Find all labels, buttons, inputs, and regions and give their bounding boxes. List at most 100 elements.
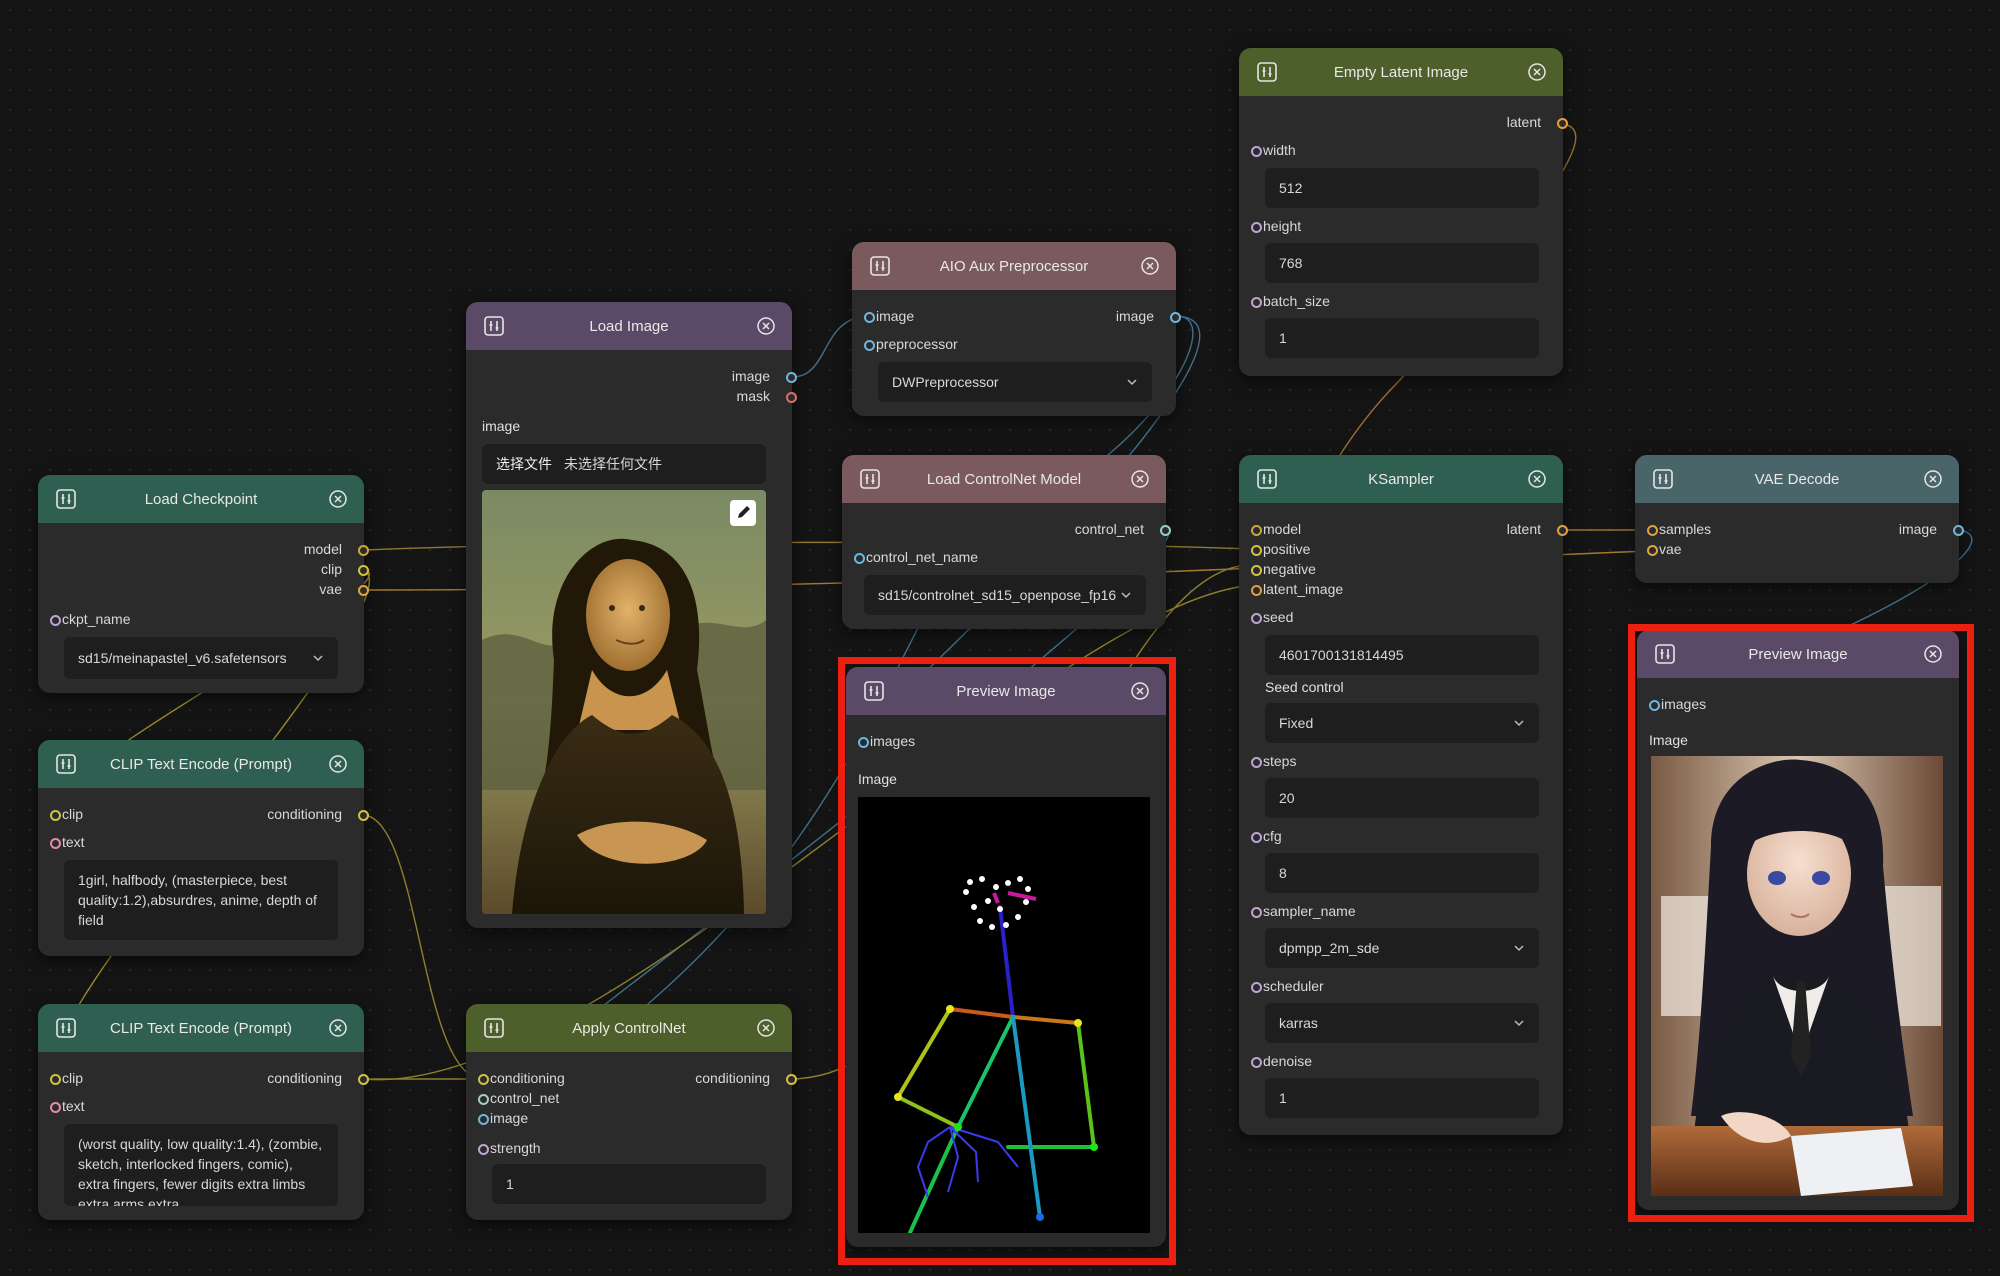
ckpt-name-select[interactable]: sd15/meinapastel_v6.safetensors (64, 637, 338, 679)
scheduler-select[interactable]: karras (1265, 1003, 1539, 1043)
socket-latent-image[interactable] (1251, 585, 1262, 596)
close-icon[interactable] (328, 1018, 348, 1038)
node-header[interactable]: Apply ControlNet (466, 1004, 792, 1052)
socket-image[interactable] (864, 312, 875, 323)
close-icon[interactable] (756, 316, 776, 336)
socket-samples[interactable] (1647, 525, 1658, 536)
output-conditioning[interactable]: conditioning (695, 1070, 770, 1086)
socket-control-net[interactable] (478, 1094, 489, 1105)
aio-aux-preprocessor-node[interactable]: AIO Aux Preprocessor image image preproc… (852, 242, 1181, 416)
choose-file-button[interactable]: 选择文件 (496, 454, 552, 474)
node-header[interactable]: CLIP Text Encode (Prompt) (38, 1004, 364, 1052)
node-settings-icon[interactable] (484, 316, 504, 336)
output-latent[interactable]: latent (1507, 114, 1541, 130)
node-header[interactable]: Load Checkpoint (38, 475, 364, 523)
prompt-textarea[interactable]: 1girl, halfbody, (masterpiece, best qual… (64, 860, 338, 940)
output-vae[interactable]: vae (319, 581, 342, 597)
close-icon[interactable] (1527, 469, 1547, 489)
socket-clip[interactable] (358, 565, 369, 576)
clip-text-encode-positive-node[interactable]: CLIP Text Encode (Prompt) clip condition… (38, 740, 369, 956)
seed-control-select[interactable]: Fixed (1265, 703, 1539, 743)
socket-model[interactable] (358, 545, 369, 556)
load-checkpoint-node[interactable]: Load Checkpoint model clip vae ckpt_name… (38, 475, 369, 693)
seed-input[interactable]: 4601700131814495 (1265, 635, 1539, 675)
node-settings-icon[interactable] (484, 1018, 504, 1038)
socket-image[interactable] (478, 1114, 489, 1125)
mona-lisa-image[interactable] (482, 490, 766, 914)
close-icon[interactable] (756, 1018, 776, 1038)
batch-size-input[interactable]: 1 (1265, 318, 1539, 358)
socket-latent[interactable] (1557, 118, 1568, 129)
socket-mask[interactable] (786, 392, 797, 403)
preprocessor-select[interactable]: DWPreprocessor (878, 362, 1152, 402)
socket-image-out[interactable] (1170, 312, 1181, 323)
node-header[interactable]: Load ControlNet Model (842, 455, 1166, 503)
close-icon[interactable] (328, 489, 348, 509)
node-settings-icon[interactable] (1257, 62, 1277, 82)
empty-latent-image-node[interactable]: Empty Latent Image latent width 512 heig… (1239, 48, 1568, 376)
socket-image-out[interactable] (1953, 525, 1964, 536)
socket-negative[interactable] (1251, 565, 1262, 576)
output-model[interactable]: model (304, 541, 342, 557)
output-control-net[interactable]: control_net (1075, 521, 1144, 537)
output-clip[interactable]: clip (321, 561, 342, 577)
output-image[interactable]: image (732, 368, 770, 384)
socket-conditioning-out[interactable] (786, 1074, 797, 1085)
node-settings-icon[interactable] (56, 754, 76, 774)
socket-model[interactable] (1251, 525, 1262, 536)
prompt-textarea[interactable]: (worst quality, low quality:1.4), (zombi… (64, 1124, 338, 1206)
node-header[interactable]: VAE Decode (1635, 455, 1959, 503)
height-input[interactable]: 768 (1265, 243, 1539, 283)
socket-vae[interactable] (1647, 545, 1658, 556)
output-mask[interactable]: mask (737, 388, 770, 404)
node-settings-icon[interactable] (56, 489, 76, 509)
node-settings-icon[interactable] (860, 469, 880, 489)
close-icon[interactable] (1140, 256, 1160, 276)
load-image-node[interactable]: Load Image image mask image 选择文件 未选择任何文件 (466, 302, 797, 928)
steps-input[interactable]: 20 (1265, 778, 1539, 818)
close-icon[interactable] (1527, 62, 1547, 82)
node-header[interactable]: CLIP Text Encode (Prompt) (38, 740, 364, 788)
denoise-input[interactable]: 1 (1265, 1078, 1539, 1118)
socket-latent-out[interactable] (1557, 525, 1568, 536)
socket-image[interactable] (786, 372, 797, 383)
file-chooser[interactable]: 选择文件 未选择任何文件 (482, 444, 766, 484)
close-icon[interactable] (1923, 469, 1943, 489)
cfg-input[interactable]: 8 (1265, 853, 1539, 893)
node-settings-icon[interactable] (870, 256, 890, 276)
sampler-name-select[interactable]: dpmpp_2m_sde (1265, 928, 1539, 968)
width-input[interactable]: 512 (1265, 168, 1539, 208)
strength-input[interactable]: 1 (492, 1164, 766, 1204)
output-image[interactable]: image (1899, 521, 1937, 537)
socket-vae[interactable] (358, 585, 369, 596)
output-conditioning[interactable]: conditioning (267, 1070, 342, 1086)
node-header[interactable]: Load Image (466, 302, 792, 350)
node-header[interactable]: AIO Aux Preprocessor (852, 242, 1176, 290)
close-icon[interactable] (328, 754, 348, 774)
close-icon[interactable] (1130, 469, 1150, 489)
vae-decode-node[interactable]: VAE Decode samples image vae (1635, 455, 1964, 583)
apply-controlnet-node[interactable]: Apply ControlNet conditioning conditioni… (466, 1004, 797, 1220)
control-net-name-select[interactable]: sd15/controlnet_sd15_openpose_fp16 (864, 575, 1146, 615)
socket-clip[interactable] (50, 810, 61, 821)
output-latent[interactable]: latent (1507, 521, 1541, 537)
edit-image-button[interactable] (730, 500, 756, 526)
socket-clip[interactable] (50, 1074, 61, 1085)
socket-conditioning[interactable] (478, 1074, 489, 1085)
clip-text-encode-negative-node[interactable]: CLIP Text Encode (Prompt) clip condition… (38, 1004, 369, 1220)
ksampler-node[interactable]: KSampler model latent positive negative … (1239, 455, 1568, 1135)
output-conditioning[interactable]: conditioning (267, 806, 342, 822)
node-title: VAE Decode (1754, 470, 1840, 488)
socket-conditioning[interactable] (358, 810, 369, 821)
node-settings-icon[interactable] (1257, 469, 1277, 489)
socket-conditioning[interactable] (358, 1074, 369, 1085)
socket-positive[interactable] (1251, 545, 1262, 556)
node-settings-icon[interactable] (56, 1018, 76, 1038)
node-header[interactable]: KSampler (1239, 455, 1563, 503)
node-header[interactable]: Empty Latent Image (1239, 48, 1563, 96)
socket-control-net[interactable] (1160, 525, 1171, 536)
socket-preprocessor[interactable] (864, 340, 875, 351)
output-image[interactable]: image (1116, 308, 1154, 324)
load-controlnet-model-node[interactable]: Load ControlNet Model control_net contro… (842, 455, 1171, 629)
node-settings-icon[interactable] (1653, 469, 1673, 489)
